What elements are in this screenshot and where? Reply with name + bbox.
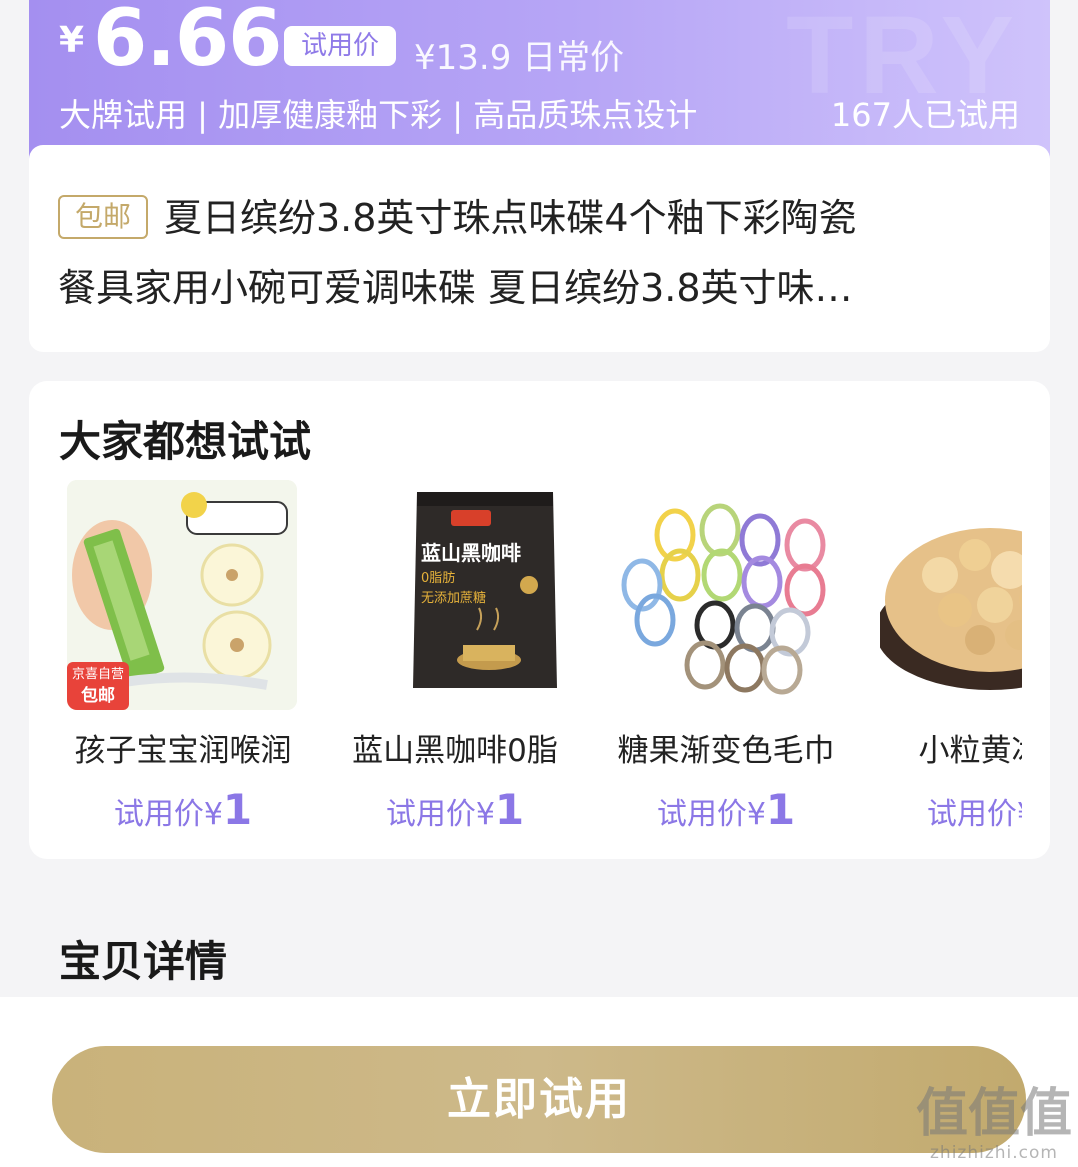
product-title-line-2: 餐具家用小碗可爱调味碟 夏日缤纷3.8英寸味… [58,266,853,310]
title-text-1: 夏日缤纷3.8英寸珠点味碟4个釉下彩陶瓷 [164,196,857,240]
product-image-rock-sugar[interactable] [880,480,1022,710]
try-now-button[interactable]: 立即试用 [52,1046,1026,1153]
product-image-black-coffee[interactable]: 蓝山黑咖啡 0脂肪 无添加蔗糖 [339,480,569,710]
recommend-item[interactable]: 糖果渐变色毛巾 试用价¥1 [610,480,842,840]
currency-symbol: ¥ [59,20,85,61]
recommend-list[interactable]: 京喜自营 包邮 孩子宝宝润喉润 试用价¥1 蓝山黑咖啡 0脂肪 无添加蔗糖 蓝山… [67,480,1022,850]
original-price: ¥13.9 日常价 [414,38,625,78]
feature-list: 大牌试用 | 加厚健康釉下彩 | 高品质珠点设计 [59,96,698,134]
site-watermark: 值值值 zhizhizhi.com [916,1085,1072,1163]
image-label-1: 京喜自营 [72,667,124,682]
product-image-hair-ties[interactable] [610,480,840,710]
product-image-pear-paste[interactable]: 京喜自营 包邮 [67,480,297,710]
recommend-item[interactable]: 蓝山黑咖啡 0脂肪 无添加蔗糖 蓝山黑咖啡0脂 试用价¥1 [339,480,571,840]
price-label: 试用价¥ [385,797,495,832]
bottom-action-bar: 立即试用 值值值 zhizhizhi.com [0,997,1078,1167]
price-label: 试用价¥ [656,797,766,832]
price-value: 1 [765,785,796,834]
recommend-item-price: 试用价¥1 [610,785,842,834]
recommend-title: 大家都想试试 [59,417,312,466]
tried-count: 167人已试用 [830,96,1020,134]
bag-label-sub2: 无添加蔗糖 [421,590,486,606]
recommend-item[interactable]: 小粒黄冰糖 试用价¥1 [880,480,1022,840]
price-value: 1 [494,785,525,834]
recommend-section: 大家都想试试 京喜自营 包邮 孩子宝宝润喉润 试用价¥1 蓝山黑咖啡 0脂肪 无… [29,381,1050,859]
recommend-item-price: 试用价¥1 [339,785,571,834]
recommend-item-price: 试用价¥1 [880,785,1022,834]
recommend-item-name: 糖果渐变色毛巾 [617,733,835,769]
recommend-item-name: 小粒黄冰糖 [918,733,1023,769]
trial-price-tag: 试用价 [284,26,396,66]
price-label: 试用价¥ [926,797,1022,832]
image-label-2: 包邮 [81,685,115,706]
price-label: 试用价¥ [113,797,223,832]
product-title-card: 包邮 夏日缤纷3.8英寸珠点味碟4个釉下彩陶瓷 餐具家用小碗可爱调味碟 夏日缤纷3… [29,145,1050,352]
price-value: 1 [222,785,253,834]
recommend-item[interactable]: 京喜自营 包邮 孩子宝宝润喉润 试用价¥1 [67,480,299,840]
bag-label-main: 蓝山黑咖啡 [421,541,521,565]
product-title: 包邮 夏日缤纷3.8英寸珠点味碟4个釉下彩陶瓷 餐具家用小碗可爱调味碟 夏日缤纷3… [58,183,1018,323]
site-logo: 值值值 [915,1084,1072,1144]
bag-label-sub: 0脂肪 [421,570,455,586]
recommend-item-name: 孩子宝宝润喉润 [74,733,292,769]
free-shipping-badge: 包邮 [58,195,148,239]
trial-price: 6.66 [93,0,282,84]
details-title: 宝贝详情 [59,937,228,986]
recommend-item-name: 蓝山黑咖啡0脂 [352,733,558,769]
recommend-item-price: 试用价¥1 [67,785,299,834]
site-url: zhizhizhi.com [930,1143,1058,1163]
product-title-line-1: 包邮 夏日缤纷3.8英寸珠点味碟4个釉下彩陶瓷 [58,183,1018,253]
